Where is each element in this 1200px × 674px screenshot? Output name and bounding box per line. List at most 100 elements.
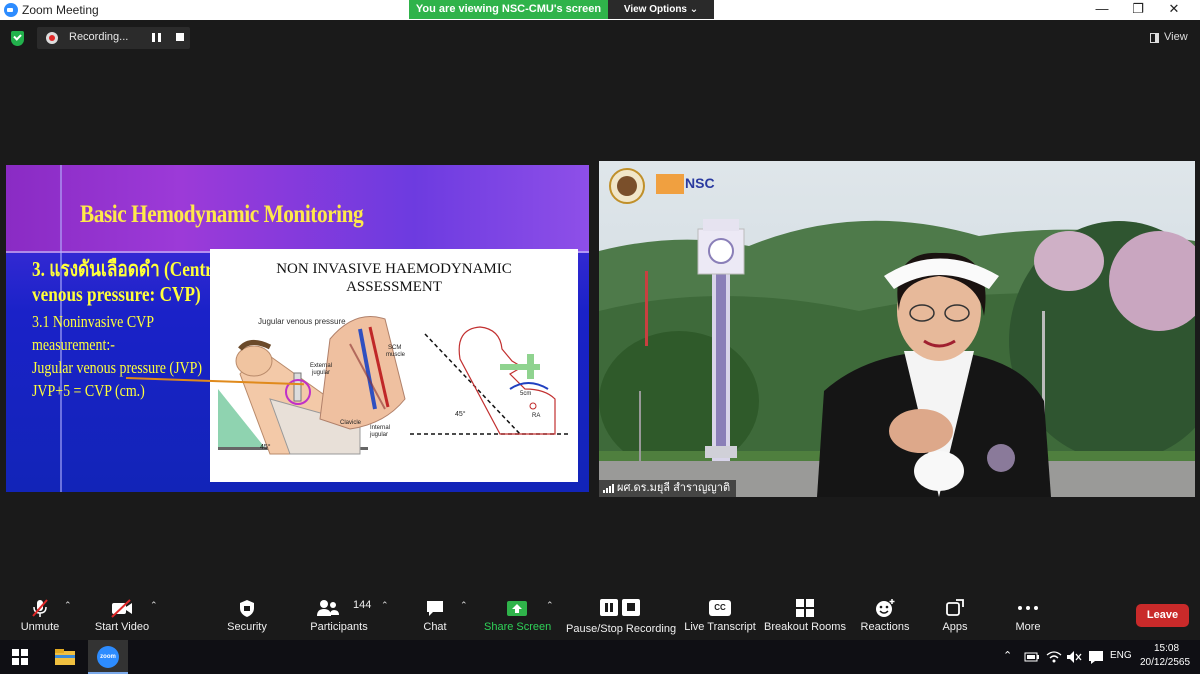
reactions-button[interactable]: Reactions (858, 590, 912, 640)
muted-microphone-icon (32, 599, 48, 617)
security-shield-icon (240, 600, 254, 617)
scm-label-2: muscle (386, 352, 406, 358)
ra-label: RA (532, 413, 540, 419)
share-screen-label: Share Screen (484, 621, 552, 633)
close-button[interactable]: ✕ (1156, 0, 1192, 20)
video-off-icon (111, 599, 132, 618)
participants-count: 144 (353, 599, 372, 611)
signal-strength-icon (603, 484, 614, 493)
unmute-label: Unmute (20, 621, 60, 633)
participants-button[interactable]: Participants (306, 590, 372, 640)
external-jugular-label-1: External (310, 363, 332, 369)
pause-recording-icon[interactable] (152, 33, 161, 42)
view-layout-icon (1150, 33, 1159, 43)
view-button-label: View (1164, 31, 1188, 43)
security-label: Security (227, 621, 267, 633)
shared-screen-slide: Basic Hemodynamic Monitoring 3. แรงดันเล… (6, 165, 589, 492)
chevron-down-icon: ⌄ (689, 4, 699, 15)
audio-options-caret-icon[interactable]: ⌃ (64, 600, 72, 611)
windows-start-icon[interactable] (12, 649, 28, 665)
internal-jugular-label-2: jugular (369, 432, 388, 438)
minimize-button[interactable]: — (1084, 0, 1120, 20)
scm-label-1: SCM (388, 345, 401, 351)
internal-jugular-label-1: Internal (370, 425, 390, 431)
reactions-smiley-icon (876, 599, 895, 617)
panel-caption: Jugular venous pressure (258, 317, 346, 326)
zoom-app-icon (4, 3, 18, 17)
breakout-rooms-button[interactable]: Breakout Rooms (764, 590, 846, 640)
live-transcript-button[interactable]: CC Live Transcript (684, 590, 756, 640)
live-transcript-label: Live Transcript (684, 621, 756, 633)
pause-stop-icons (600, 599, 640, 616)
notifications-icon[interactable] (1088, 650, 1104, 664)
file-explorer-icon[interactable] (54, 648, 76, 666)
battery-icon[interactable] (1024, 651, 1040, 663)
recording-indicator: Recording... (37, 27, 190, 49)
stop-recording-icon[interactable] (176, 33, 184, 41)
jvp-illustration: 45° Jugular venous pressure External jug… (218, 316, 570, 455)
slide-title: Basic Hemodynamic Monitoring (80, 201, 364, 228)
window-title: Zoom Meeting (22, 3, 99, 17)
slide-line-2: venous pressure: CVP) (32, 282, 201, 306)
apps-icon (946, 599, 964, 616)
slide-line-5: Jugular venous pressure (JVP) (32, 358, 202, 377)
speaker-muted-icon[interactable] (1066, 650, 1082, 664)
zoom-window: Zoom Meeting You are viewing NSC-CMU's s… (0, 0, 1200, 674)
clock-time[interactable]: 15:08 (1154, 643, 1179, 654)
five-cm-label: 5cm (520, 391, 531, 397)
pause-stop-recording-button[interactable]: Pause/Stop Recording (566, 590, 677, 640)
tray-expand-icon[interactable]: ⌃ (1003, 649, 1012, 662)
start-video-label: Start Video (94, 621, 150, 633)
start-video-button[interactable]: Start Video (92, 590, 152, 640)
record-dot-icon (46, 32, 58, 44)
share-screen-icon (507, 601, 527, 616)
view-button[interactable]: View (1146, 29, 1194, 47)
meeting-toolbar: Unmute ⌃ Start Video ⌃ Security Particip… (0, 590, 1200, 640)
participants-icon (317, 600, 340, 616)
angle-right-label: 45° (455, 410, 466, 418)
clavicle-label: Clavicle (340, 420, 362, 426)
chat-label: Chat (423, 621, 447, 633)
clock-date[interactable]: 20/12/2565 (1140, 657, 1190, 668)
participant-video[interactable]: NSC ผศ.ดร.มยุลี สำราญญาติ (599, 161, 1195, 497)
title-bar: Zoom Meeting You are viewing NSC-CMU's s… (0, 0, 1200, 20)
apps-label: Apps (942, 621, 968, 633)
windows-taskbar: zoom ⌃ ENG 15:08 20/12/2565 (0, 640, 1200, 674)
zoom-taskbar-button[interactable]: zoom (88, 640, 128, 674)
encryption-shield-icon[interactable] (11, 31, 24, 46)
pause-stop-recording-label: Pause/Stop Recording (566, 623, 677, 635)
breakout-rooms-icon (796, 599, 814, 617)
view-options-label: View Options (623, 4, 687, 15)
more-button[interactable]: More (1006, 590, 1050, 640)
slide-illustration-panel: NON INVASIVE HAEMODYNAMIC ASSESSMENT 45°… (210, 249, 578, 482)
chat-options-caret-icon[interactable]: ⌃ (460, 600, 468, 611)
participants-label: Participants (310, 621, 368, 633)
share-screen-button[interactable]: Share Screen (484, 590, 552, 640)
participant-name: ผศ.ดร.มยุลี สำราญญาติ (617, 482, 731, 494)
restore-button[interactable]: ❐ (1120, 0, 1156, 20)
share-options-caret-icon[interactable]: ⌃ (546, 600, 554, 611)
nsc-logo: NSC (685, 175, 715, 191)
leave-button[interactable]: Leave (1136, 604, 1189, 627)
wifi-icon[interactable] (1046, 650, 1062, 664)
breakout-rooms-label: Breakout Rooms (764, 621, 846, 633)
input-language[interactable]: ENG (1110, 650, 1132, 661)
participant-name-tag: ผศ.ดร.มยุลี สำราญญาติ (599, 480, 737, 497)
reactions-label: Reactions (860, 621, 910, 633)
slide-line-4: measurement:- (32, 335, 115, 354)
zoom-taskbar-icon: zoom (97, 646, 119, 668)
slide-line-6: JVP+5 = CVP (cm.) (32, 381, 145, 400)
more-dots-icon (1018, 606, 1038, 610)
unmute-button[interactable]: Unmute (14, 590, 66, 640)
participants-options-caret-icon[interactable]: ⌃ (381, 600, 389, 611)
angle-left-label: 45° (260, 443, 271, 451)
apps-button[interactable]: Apps (934, 590, 976, 640)
video-background-scene (599, 161, 1195, 497)
video-options-caret-icon[interactable]: ⌃ (150, 600, 158, 611)
share-banner: You are viewing NSC-CMU's screen (409, 0, 608, 19)
security-button[interactable]: Security (222, 590, 272, 640)
chat-bubble-icon (427, 601, 443, 616)
slide-line-3: 3.1 Noninvasive CVP (32, 312, 154, 331)
view-options-button[interactable]: View Options ⌄ (608, 0, 714, 19)
chat-button[interactable]: Chat (414, 590, 456, 640)
